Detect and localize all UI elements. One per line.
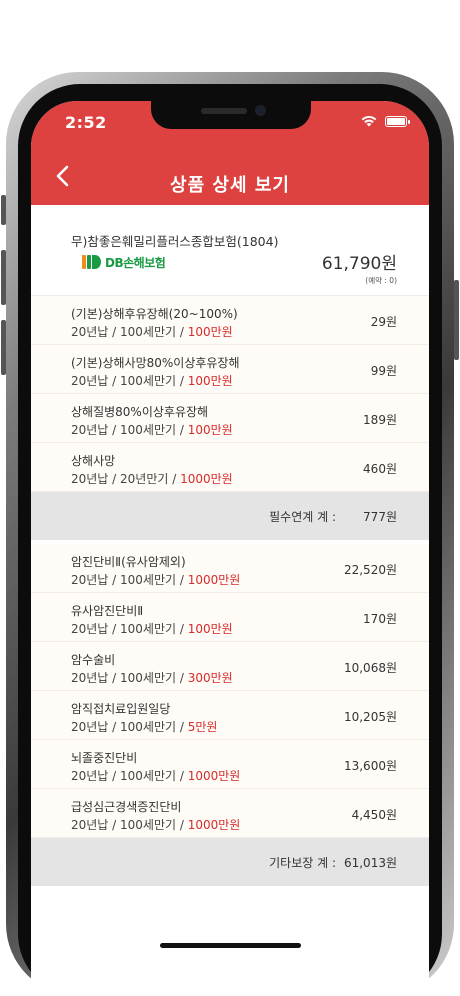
volume-up-button (1, 250, 6, 305)
coverage-row: 상해질병80%이상후유장해 20년납 / 100세만기 / 100만원 189원 (31, 394, 429, 443)
coverage-price: 29원 (370, 315, 397, 329)
coverage-terms: 20년납 / 100세만기 / 100만원 (71, 620, 233, 637)
coverage-terms: 20년납 / 100세만기 / 1000만원 (71, 571, 240, 588)
speaker-grille (201, 108, 247, 114)
other-subtotal-label: 기타보장 계 : (269, 856, 336, 870)
coverage-name: 유사암진단비Ⅱ (71, 604, 144, 618)
other-coverage-list: 암진단비Ⅱ(유사암제외) 20년납 / 100세만기 / 1000만원 22,520… (31, 544, 429, 838)
coverage-terms-text: 20년납 / 100세만기 / (71, 622, 188, 636)
volume-down-button (1, 320, 6, 375)
coverage-name: 암직접치료입원일당 (71, 702, 171, 716)
coverage-price: 4,450원 (351, 808, 397, 822)
coverage-name: 급성심근경색증진단비 (71, 800, 182, 814)
coverage-row: 상해사망 20년납 / 20년만기 / 1000만원 460원 (31, 443, 429, 492)
coverage-amount: 100만원 (187, 325, 233, 339)
coverage-terms-text: 20년납 / 100세만기 / (71, 671, 188, 685)
coverage-amount: 300만원 (187, 671, 233, 685)
coverage-terms: 20년납 / 100세만기 / 100만원 (71, 421, 233, 438)
coverage-amount: 1000만원 (187, 818, 241, 832)
coverage-terms-text: 20년납 / 100세만기 / (71, 325, 188, 339)
coverage-amount: 100만원 (187, 423, 233, 437)
coverage-row: (기본)상해후유장해(20~100%) 20년납 / 100세만기 / 100만원… (31, 296, 429, 345)
coverage-terms: 20년납 / 100세만기 / 100만원 (71, 372, 233, 389)
total-premium: 61,790원 (321, 254, 397, 274)
coverage-name: 암수술비 (71, 653, 116, 667)
coverage-price: 13,600원 (343, 759, 397, 773)
coverage-price: 99원 (370, 364, 397, 378)
coverage-terms-text: 20년납 / 100세만기 / (71, 374, 188, 388)
coverage-amount: 1000만원 (187, 573, 241, 587)
coverage-name: 상해사망 (71, 454, 116, 468)
coverage-price: 10,205원 (343, 710, 397, 724)
coverage-price: 189원 (363, 413, 397, 427)
reservation-note: (예약 : 0) (365, 276, 397, 285)
coverage-terms-text: 20년납 / 100세만기 / (71, 818, 188, 832)
insurer-logo: DB손해보험 (81, 253, 166, 271)
db-logo-mark (82, 255, 101, 269)
other-subtotal: 기타보장 계 : 61,013원 (31, 838, 429, 886)
coverage-terms-text: 20년납 / 100세만기 / (71, 769, 188, 783)
coverage-terms-text: 20년납 / 100세만기 / (71, 573, 188, 587)
screen: 2:52 상품 상세 보기 무)참좋은훼밀리플러스종합보험(1804) DB손해… (31, 101, 429, 996)
coverage-price: 460원 (363, 462, 397, 476)
required-subtotal-value: 777원 (363, 510, 397, 524)
coverage-terms: 20년납 / 100세만기 / 5만원 (71, 718, 217, 735)
coverage-row: 암직접치료입원일당 20년납 / 100세만기 / 5만원 10,205원 (31, 691, 429, 740)
wifi-icon (361, 115, 377, 127)
coverage-terms: 20년납 / 20년만기 / 1000만원 (71, 470, 233, 487)
notch (151, 101, 311, 129)
coverage-terms-text: 20년납 / 100세만기 / (71, 720, 188, 734)
coverage-amount: 5만원 (187, 720, 218, 734)
coverage-row: 유사암진단비Ⅱ 20년납 / 100세만기 / 100만원 170원 (31, 593, 429, 642)
coverage-row: 급성심근경색증진단비 20년납 / 100세만기 / 1000만원 4,450원 (31, 789, 429, 838)
battery-icon (385, 115, 410, 127)
other-subtotal-value: 61,013원 (343, 856, 397, 870)
coverage-price: 22,520원 (343, 563, 397, 577)
detail-content: 무)참좋은훼밀리플러스종합보험(1804) DB손해보험 61,790원 (예약… (31, 205, 429, 886)
product-name: 무)참좋은훼밀리플러스종합보험(1804) (71, 234, 279, 249)
status-icons (361, 115, 410, 127)
required-subtotal-label: 필수연계 계 : (269, 510, 336, 524)
product-summary: 무)참좋은훼밀리플러스종합보험(1804) DB손해보험 61,790원 (예약… (31, 205, 429, 296)
required-subtotal: 필수연계 계 : 777원 (31, 492, 429, 540)
coverage-amount: 100만원 (187, 374, 233, 388)
coverage-terms: 20년납 / 100세만기 / 1000만원 (71, 816, 240, 833)
coverage-terms-text: 20년납 / 20년만기 / (71, 472, 181, 486)
coverage-price: 170원 (363, 612, 397, 626)
coverage-amount: 100만원 (187, 622, 233, 636)
coverage-price: 10,068원 (343, 661, 397, 675)
insurer-logo-text: DB손해보험 (105, 255, 166, 270)
coverage-row: (기본)상해사망80%이상후유장해 20년납 / 100세만기 / 100만원 99… (31, 345, 429, 394)
coverage-amount: 1000만원 (187, 769, 241, 783)
coverage-row: 암수술비 20년납 / 100세만기 / 300만원 10,068원 (31, 642, 429, 691)
power-button (454, 280, 459, 360)
home-indicator[interactable] (160, 943, 301, 948)
coverage-terms: 20년납 / 100세만기 / 1000만원 (71, 767, 240, 784)
mute-switch (1, 195, 6, 225)
front-camera (255, 105, 266, 116)
coverage-amount: 1000만원 (180, 472, 233, 486)
coverage-terms: 20년납 / 100세만기 / 300만원 (71, 669, 233, 686)
coverage-row: 뇌졸중진단비 20년납 / 100세만기 / 1000만원 13,600원 (31, 740, 429, 789)
status-time: 2:52 (65, 113, 107, 132)
required-coverage-list: (기본)상해후유장해(20~100%) 20년납 / 100세만기 / 100만원… (31, 296, 429, 492)
coverage-name: 상해질병80%이상후유장해 (71, 405, 209, 419)
coverage-row: 암진단비Ⅱ(유사암제외) 20년납 / 100세만기 / 1000만원 22,520… (31, 544, 429, 593)
page-title: 상품 상세 보기 (170, 175, 290, 196)
coverage-terms-text: 20년납 / 100세만기 / (71, 423, 188, 437)
coverage-name: 암진단비Ⅱ(유사암제외) (71, 555, 186, 569)
coverage-name: (기본)상해사망80%이상후유장해 (71, 356, 240, 370)
coverage-name: (기본)상해후유장해(20~100%) (71, 307, 238, 321)
coverage-terms: 20년납 / 100세만기 / 100만원 (71, 323, 233, 340)
coverage-name: 뇌졸중진단비 (71, 751, 138, 765)
